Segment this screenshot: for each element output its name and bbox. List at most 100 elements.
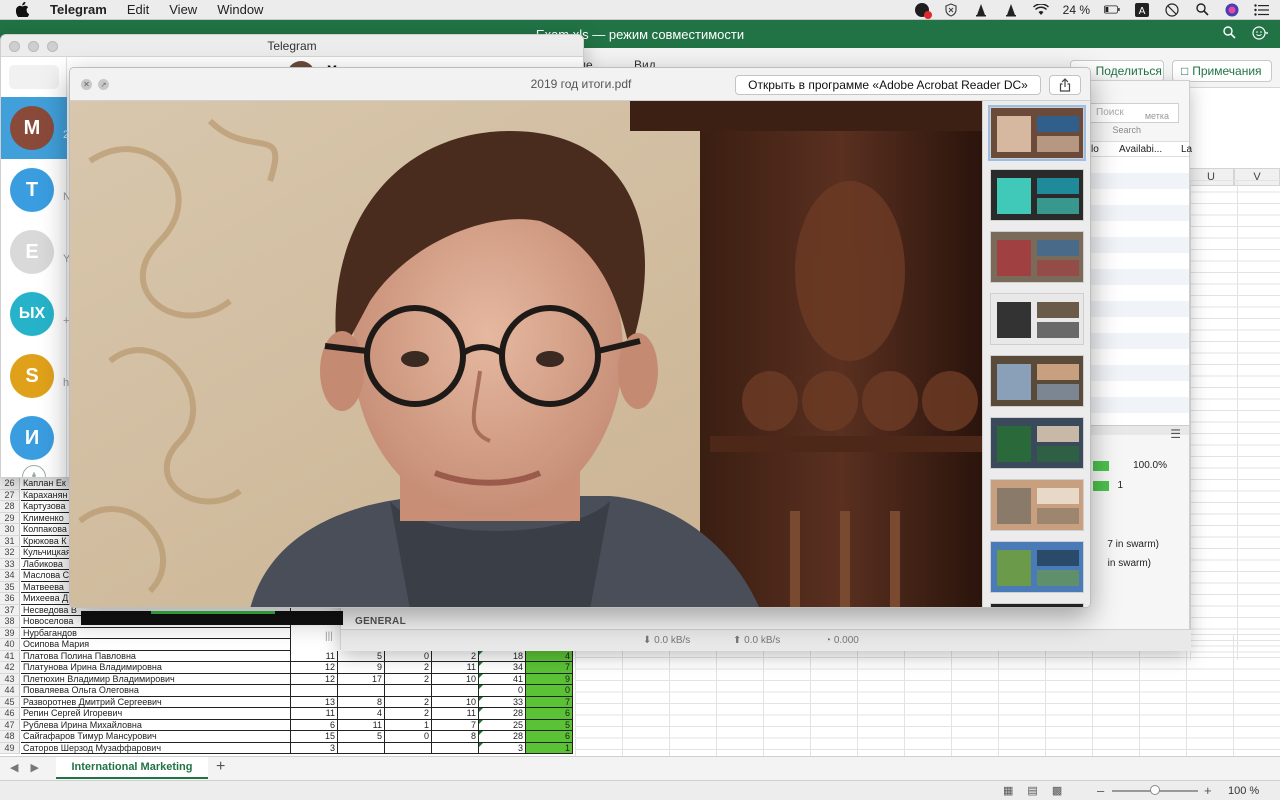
- score-cell[interactable]: [291, 685, 338, 697]
- score-cell[interactable]: 6: [526, 708, 573, 720]
- score-cell[interactable]: 11: [291, 650, 338, 662]
- share-icon[interactable]: [1049, 75, 1081, 95]
- row-number[interactable]: 36: [0, 593, 20, 605]
- student-name-cell[interactable]: Осипова Мария: [21, 639, 291, 651]
- table-row[interactable]: 43 Плетюхин Владимир Владимирович 12 17 2 10 4…: [0, 673, 575, 685]
- score-cell[interactable]: 28: [479, 731, 526, 743]
- torrent-col-header-1[interactable]: lo: [1091, 144, 1099, 155]
- menu-view[interactable]: View: [159, 2, 207, 17]
- student-name-cell[interactable]: Репин Сергей Игоревич: [21, 708, 291, 720]
- row-number[interactable]: 49: [0, 742, 20, 754]
- row-number[interactable]: 32: [0, 547, 20, 559]
- table-row[interactable]: 41 Платова Полина Павловна 11 5 0 2 18 4: [0, 650, 575, 662]
- page-thumbnail[interactable]: [990, 603, 1084, 607]
- spreadsheet-grid-right[interactable]: [1190, 180, 1280, 660]
- score-cell[interactable]: 8: [338, 696, 385, 708]
- row-number[interactable]: 34: [0, 570, 20, 582]
- score-cell[interactable]: 3: [479, 742, 526, 754]
- score-cell[interactable]: 8: [432, 731, 479, 743]
- student-name-cell[interactable]: Саторов Шерзод Музаффарович: [21, 742, 291, 754]
- score-cell[interactable]: 2: [385, 662, 432, 674]
- notification-badge-icon[interactable]: [914, 2, 932, 19]
- resize-grip-icon[interactable]: |||: [325, 631, 333, 642]
- row-number[interactable]: 28: [0, 501, 20, 513]
- score-cell[interactable]: 0: [479, 685, 526, 697]
- score-cell[interactable]: 0: [526, 685, 573, 697]
- torrent-list[interactable]: [1089, 157, 1189, 425]
- row-number[interactable]: 42: [0, 662, 20, 674]
- chat-list-item[interactable]: Sh: [1, 345, 69, 407]
- student-name-cell[interactable]: Платова Полина Павловна: [21, 650, 291, 662]
- text-input-icon[interactable]: A: [1134, 2, 1150, 17]
- upload-speed[interactable]: ⬆ 0.0 kB/s: [733, 635, 780, 646]
- shield-icon[interactable]: [943, 2, 959, 17]
- score-cell[interactable]: 11: [291, 708, 338, 720]
- score-cell[interactable]: 34: [479, 662, 526, 674]
- page-thumbnail[interactable]: [990, 355, 1084, 407]
- chat-list-item[interactable]: М2: [1, 97, 69, 159]
- zoom-level[interactable]: 100 %: [1228, 785, 1259, 797]
- close-window-button[interactable]: [9, 41, 20, 52]
- zoom-in-button[interactable]: +: [1204, 783, 1212, 798]
- score-cell[interactable]: 18: [479, 650, 526, 662]
- score-cell[interactable]: 33: [479, 696, 526, 708]
- list-menu-icon[interactable]: ☰: [1170, 427, 1181, 441]
- score-cell[interactable]: 28: [479, 708, 526, 720]
- score-cell[interactable]: 5: [338, 731, 385, 743]
- row-number[interactable]: 29: [0, 512, 20, 524]
- score-cell[interactable]: 2: [385, 696, 432, 708]
- page-thumbnail[interactable]: [990, 169, 1084, 221]
- score-cell[interactable]: 7: [526, 662, 573, 674]
- next-sheet-icon[interactable]: ▶: [30, 761, 38, 774]
- spreadsheet-grid[interactable]: [575, 634, 1280, 760]
- cone-icon-2[interactable]: [1003, 3, 1019, 17]
- score-cell[interactable]: [432, 742, 479, 754]
- score-cell[interactable]: [338, 742, 385, 754]
- menu-app-telegram[interactable]: Telegram: [40, 2, 117, 17]
- score-cell[interactable]: 4: [338, 708, 385, 720]
- minimize-window-button[interactable]: [28, 41, 39, 52]
- row-number[interactable]: 35: [0, 581, 20, 593]
- menu-edit[interactable]: Edit: [117, 2, 159, 17]
- page-thumbnail[interactable]: [990, 417, 1084, 469]
- open-in-acrobat-button[interactable]: Открыть в программе «Adobe Acrobat Reade…: [735, 75, 1041, 95]
- notification-center-icon[interactable]: [1254, 3, 1270, 17]
- menu-window[interactable]: Window: [207, 2, 273, 17]
- score-cell[interactable]: 25: [479, 719, 526, 731]
- table-row[interactable]: 47 Рублева Ирина Михайловна 6 11 1 7 25 5: [0, 719, 575, 731]
- page-thumbnail[interactable]: [990, 479, 1084, 531]
- row-number[interactable]: 31: [0, 535, 20, 547]
- score-cell[interactable]: 4: [526, 650, 573, 662]
- wifi-icon[interactable]: [1032, 3, 1049, 17]
- row-number[interactable]: 41: [0, 650, 20, 662]
- page-thumbnail[interactable]: [990, 231, 1084, 283]
- siri-icon[interactable]: [1224, 3, 1240, 17]
- score-cell[interactable]: 15: [291, 731, 338, 743]
- score-cell[interactable]: 11: [432, 708, 479, 720]
- score-cell[interactable]: 7: [526, 696, 573, 708]
- score-cell[interactable]: 1: [526, 742, 573, 754]
- score-cell[interactable]: [338, 685, 385, 697]
- row-number[interactable]: 33: [0, 558, 20, 570]
- prev-sheet-icon[interactable]: ◀: [10, 761, 18, 774]
- table-row[interactable]: 46 Репин Сергей Игоревич 11 4 2 11 28 6: [0, 708, 575, 720]
- row-number[interactable]: 46: [0, 708, 20, 720]
- zoom-out-button[interactable]: –: [1097, 783, 1104, 798]
- pdf-page-view[interactable]: [70, 101, 982, 607]
- score-cell[interactable]: 2: [432, 650, 479, 662]
- table-row[interactable]: 42 Платунова Ирина Владимировна 12 9 2 11 34 7: [0, 662, 575, 674]
- excel-smiley-icon[interactable]: [1252, 26, 1269, 43]
- download-speed[interactable]: ⬇ 0.0 kB/s: [643, 635, 690, 646]
- student-name-cell[interactable]: Сайгафаров Тимур Мансурович: [21, 731, 291, 743]
- page-break-icon[interactable]: ▩: [1052, 784, 1062, 797]
- table-row[interactable]: 45 Разворотнев Дмитрий Сергеевич 13 8 2 10 33 7: [0, 696, 575, 708]
- score-cell[interactable]: 5: [338, 650, 385, 662]
- score-cell[interactable]: 12: [291, 673, 338, 685]
- row-number[interactable]: 39: [0, 627, 20, 639]
- score-cell[interactable]: 6: [526, 731, 573, 743]
- student-name-cell[interactable]: Нурбагандов: [21, 627, 291, 639]
- sheet-tab-international-marketing[interactable]: International Marketing: [56, 757, 208, 779]
- score-cell[interactable]: 7: [432, 719, 479, 731]
- score-cell[interactable]: [385, 685, 432, 697]
- add-sheet-button[interactable]: +: [216, 758, 225, 776]
